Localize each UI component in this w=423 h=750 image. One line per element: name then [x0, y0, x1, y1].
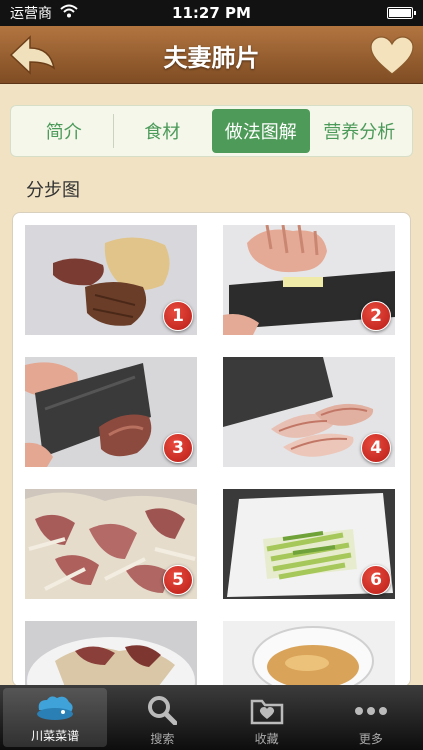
step-photo-4[interactable]: 4: [223, 357, 395, 467]
step-photo-3[interactable]: 3: [25, 357, 197, 467]
section-title: 分步图: [26, 180, 80, 201]
segmented-tabs: 简介 食材 做法图解 营养分析: [10, 105, 413, 157]
step-photo-7[interactable]: [25, 621, 197, 686]
battery-icon: [387, 7, 416, 19]
chef-hat-icon: [37, 696, 74, 720]
step-photo-6[interactable]: 6: [223, 489, 395, 599]
arrow-left-icon: [9, 35, 56, 75]
heart-icon: [370, 36, 414, 75]
tab-intro[interactable]: 简介: [15, 109, 113, 153]
tab-search[interactable]: 搜索: [110, 685, 214, 750]
magnifier-icon: [148, 696, 178, 725]
step-number-badge: 5: [163, 565, 193, 595]
step-number-badge: 4: [361, 433, 391, 463]
step-photo-8[interactable]: [223, 621, 395, 686]
tab-steps[interactable]: 做法图解: [212, 109, 310, 153]
tab-ingredients[interactable]: 食材: [114, 109, 212, 153]
favorite-button[interactable]: [369, 36, 415, 76]
step-photo-1[interactable]: 1: [25, 225, 197, 335]
step-number-badge: 3: [163, 433, 193, 463]
status-bar: 运营商 11:27 PM: [0, 0, 423, 26]
step-photo-5[interactable]: 5: [25, 489, 197, 599]
page-title: 夫妻肺片: [163, 43, 260, 72]
tab-favorites[interactable]: 收藏: [215, 685, 319, 750]
carrier-label: 运营商: [10, 6, 52, 22]
step-number-badge: 1: [163, 301, 193, 331]
tab-more[interactable]: 更多: [319, 685, 423, 750]
navigation-bar: 夫妻肺片: [0, 26, 423, 84]
more-dots-icon: [354, 707, 387, 715]
step-photos-panel: 1 2 3 4 5 6: [12, 212, 411, 687]
tab-nutrition[interactable]: 营养分析: [311, 109, 409, 153]
bottom-tab-bar: 川菜菜谱 搜索 收藏 更多: [0, 685, 423, 750]
tab-sichuan-recipes[interactable]: 川菜菜谱: [3, 688, 108, 747]
step-number-badge: 6: [361, 565, 391, 595]
back-button[interactable]: [8, 34, 56, 76]
step-photo-2[interactable]: 2: [223, 225, 395, 335]
folder-heart-icon: [250, 699, 283, 725]
step-number-badge: 2: [361, 301, 391, 331]
wifi-icon: [60, 4, 78, 22]
